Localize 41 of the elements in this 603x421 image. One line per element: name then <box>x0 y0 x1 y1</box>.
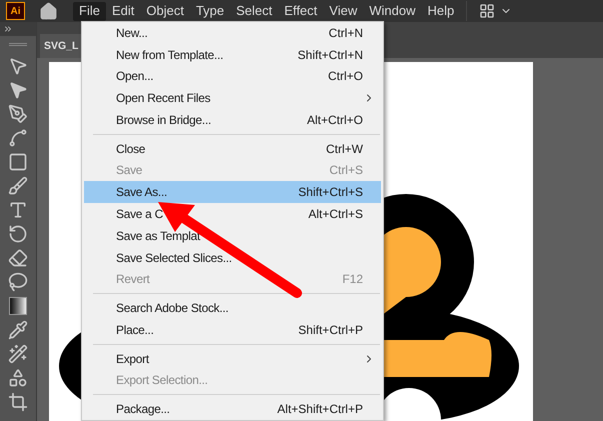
menu-title[interactable]: Effect <box>278 2 324 20</box>
menu-title[interactable]: View <box>323 2 364 20</box>
menu-title[interactable]: Select <box>230 2 278 20</box>
app-logo: Ai <box>6 2 25 20</box>
crop-icon[interactable] <box>8 392 28 412</box>
menu-title[interactable]: File <box>73 2 106 20</box>
shapes-icon[interactable] <box>8 368 28 388</box>
curve-pen-icon[interactable] <box>8 128 28 148</box>
lasso-icon[interactable] <box>8 272 28 292</box>
menu-title[interactable]: Window <box>363 2 422 20</box>
filled-arrow-icon[interactable] <box>8 80 28 100</box>
pen-icon[interactable] <box>8 104 28 124</box>
menu-item[interactable]: Open... Ctrl+O <box>84 66 381 88</box>
brush-icon[interactable] <box>8 176 28 196</box>
grip-handle[interactable] <box>9 43 27 46</box>
menu-item[interactable]: Export <box>84 348 381 370</box>
menu-item[interactable]: Open Recent Files <box>84 87 381 110</box>
menu-item[interactable]: Place... Shift+Ctrl+P <box>84 318 381 341</box>
menu-item[interactable]: Save as Templat <box>84 224 381 247</box>
type-icon[interactable] <box>8 200 28 220</box>
wand-icon[interactable] <box>8 344 28 364</box>
rotate-icon[interactable] <box>8 224 28 244</box>
menu-item[interactable]: Package... Alt+Shift+Ctrl+P <box>84 398 381 420</box>
menu-title[interactable]: Object <box>140 2 190 20</box>
menu-item[interactable]: Save Selected Slices... <box>84 246 381 268</box>
workspace-icon[interactable] <box>478 3 496 19</box>
menu-title[interactable]: Edit <box>106 2 140 20</box>
menu-item[interactable]: Save As... Shift+Ctrl+S <box>84 181 381 204</box>
menu-item[interactable]: Save a C Alt+Ctrl+S <box>84 203 381 225</box>
rectangle-icon[interactable] <box>8 152 28 172</box>
eraser-icon[interactable] <box>8 248 28 268</box>
menu-title[interactable]: Help <box>421 2 460 20</box>
menu-title[interactable]: Type <box>190 2 230 20</box>
menu-item[interactable]: Close Ctrl+W <box>84 138 381 160</box>
gradient-icon[interactable] <box>9 297 27 315</box>
home-icon[interactable] <box>39 2 58 20</box>
expand-icon[interactable] <box>3 24 13 34</box>
menu-item[interactable]: Search Adobe Stock... <box>84 297 381 319</box>
menu-item[interactable]: Browse in Bridge... Alt+Ctrl+O <box>84 109 381 131</box>
eyedropper-icon[interactable] <box>8 320 28 340</box>
selection-arrow-icon[interactable] <box>8 56 28 76</box>
